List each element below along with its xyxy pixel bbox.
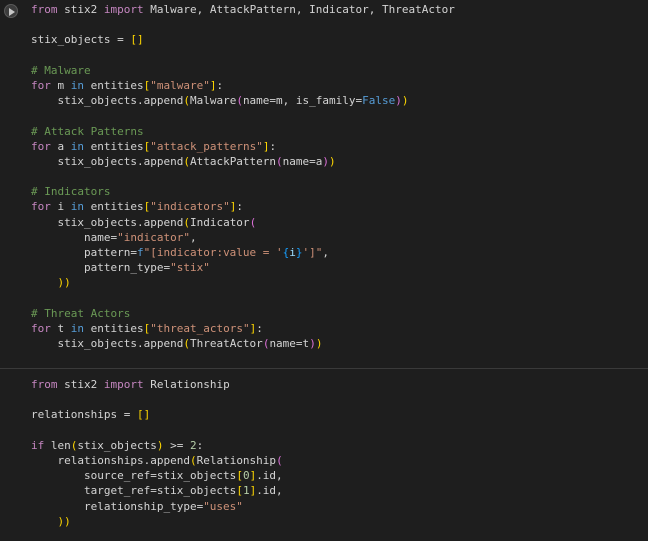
code-line[interactable]: name="indicator", [31, 230, 648, 245]
code-line[interactable] [31, 392, 648, 407]
code-line[interactable]: pattern_type="stix" [31, 260, 648, 275]
code-line[interactable]: relationships.append(Relationship( [31, 453, 648, 468]
code-editor-1[interactable]: from stix2 import Malware, AttackPattern… [31, 2, 648, 351]
code-line[interactable]: relationships = [] [31, 407, 648, 422]
code-line[interactable]: stix_objects = [] [31, 32, 648, 47]
code-line[interactable]: for m in entities["malware"]: [31, 78, 648, 93]
code-line[interactable]: )) [31, 514, 648, 529]
code-line[interactable]: )) [31, 275, 648, 290]
code-line[interactable] [31, 108, 648, 123]
code-line[interactable]: source_ref=stix_objects[0].id, [31, 468, 648, 483]
code-line[interactable]: from stix2 import Relationship [31, 377, 648, 392]
code-line[interactable]: # Indicators [31, 184, 648, 199]
code-line[interactable]: from stix2 import Malware, AttackPattern… [31, 2, 648, 17]
code-line[interactable]: relationship_type="uses" [31, 499, 648, 514]
code-line[interactable]: stix_objects.append(ThreatActor(name=t)) [31, 336, 648, 351]
code-line[interactable]: # Malware [31, 63, 648, 78]
code-cell-2[interactable]: from stix2 import Relationship relations… [0, 368, 648, 539]
run-cell-button[interactable] [4, 4, 18, 18]
code-line[interactable]: for i in entities["indicators"]: [31, 199, 648, 214]
code-line[interactable]: target_ref=stix_objects[1].id, [31, 483, 648, 498]
code-line[interactable] [31, 17, 648, 32]
code-line[interactable]: pattern=f"[indicator:value = '{i}']", [31, 245, 648, 260]
code-cell-1[interactable]: from stix2 import Malware, AttackPattern… [0, 0, 648, 361]
code-line[interactable] [31, 48, 648, 63]
code-line[interactable]: for a in entities["attack_patterns"]: [31, 139, 648, 154]
code-editor-2[interactable]: from stix2 import Relationship relations… [31, 377, 648, 529]
code-line[interactable] [31, 169, 648, 184]
cell-gap [0, 361, 648, 368]
code-line[interactable]: for t in entities["threat_actors"]: [31, 321, 648, 336]
code-line[interactable]: stix_objects.append(Malware(name=m, is_f… [31, 93, 648, 108]
code-line[interactable] [31, 291, 648, 306]
code-line[interactable]: stix_objects.append(AttackPattern(name=a… [31, 154, 648, 169]
code-line[interactable]: stix_objects.append(Indicator( [31, 215, 648, 230]
code-line[interactable] [31, 423, 648, 438]
code-line[interactable]: # Threat Actors [31, 306, 648, 321]
code-line[interactable]: if len(stix_objects) >= 2: [31, 438, 648, 453]
code-line[interactable]: # Attack Patterns [31, 124, 648, 139]
